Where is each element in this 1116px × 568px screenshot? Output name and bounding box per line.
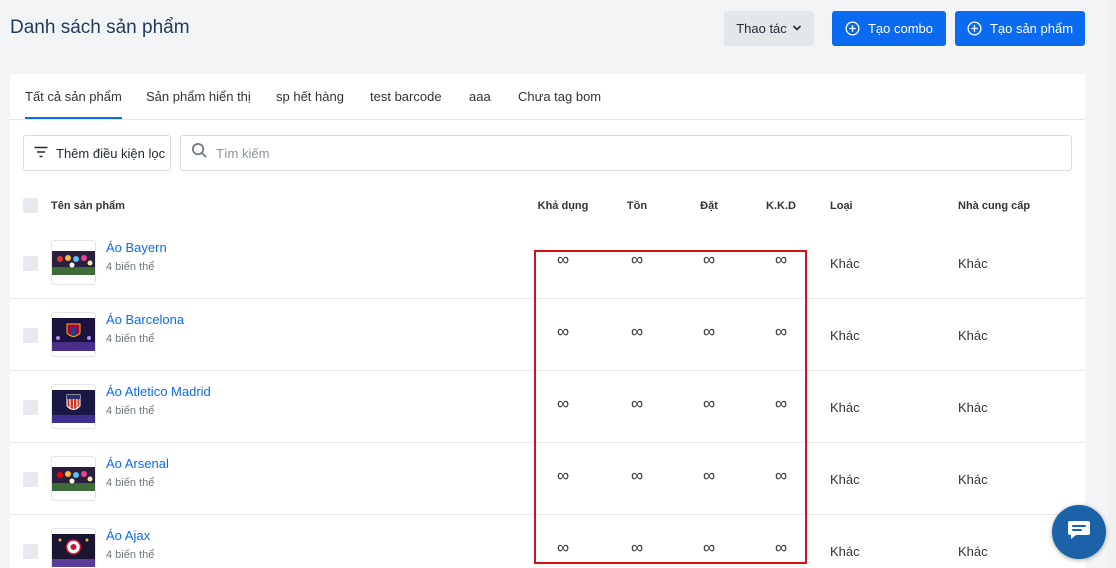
available-value: ∞ [556,538,570,557]
supplier-value: Khác [958,472,988,487]
product-variant-count: 4 biến thể [106,261,155,273]
supplier-value: Khác [958,544,988,559]
create-combo-label: Tạo combo [867,21,934,36]
product-name-link[interactable]: Áo Arsenal [106,456,169,471]
column-header-ordered[interactable]: Đặt [700,200,718,212]
product-variant-count: 4 biến thể [106,333,155,345]
table-header: Tên sản phẩm Khả dụng Tồn Đặt K.K.D Loại… [10,192,1085,220]
ordered-value: ∞ [702,538,716,557]
type-value: Khác [830,544,860,559]
arsenal-thumbnail[interactable] [51,456,96,501]
type-value: Khác [830,256,860,271]
tab-out-of-stock[interactable]: sp hết hàng [276,89,344,104]
column-header-available[interactable]: Khả dụng [538,200,589,212]
table-row[interactable]: Áo Ajax 4 biến thể ∞ ∞ ∞ ∞ Khác Khác [10,515,1085,568]
create-product-label: Tạo sản phẩm [989,21,1074,36]
available-value: ∞ [556,466,570,485]
product-variant-count: 4 biến thể [106,477,155,489]
stock-value: ∞ [630,322,644,341]
product-name-link[interactable]: Áo Atletico Madrid [106,384,211,399]
column-header-stock[interactable]: Tồn [627,200,647,212]
page-title: Danh sách sản phẩm [10,17,190,38]
row-checkbox[interactable] [23,328,38,343]
tab-bar: Tất cả sản phẩm Sản phẩm hiển thị sp hết… [10,74,1085,120]
product-list-card: Tất cả sản phẩm Sản phẩm hiển thị sp hết… [10,74,1085,568]
kkd-value: ∞ [774,466,788,485]
stock-value: ∞ [630,250,644,269]
filter-icon [34,146,48,161]
tab-untagged-bom[interactable]: Chưa tag bom [518,89,601,104]
barcelona-thumbnail[interactable] [51,312,96,357]
supplier-value: Khác [958,328,988,343]
chat-widget-button[interactable] [1052,505,1106,559]
create-product-button[interactable]: Tạo sản phẩm [955,11,1085,46]
type-value: Khác [830,328,860,343]
search-input[interactable] [216,145,1056,161]
plus-circle-icon [845,21,860,36]
column-header-type[interactable]: Loại [830,200,853,212]
supplier-value: Khác [958,400,988,415]
row-checkbox[interactable] [23,400,38,415]
product-name-link[interactable]: Áo Bayern [106,240,167,255]
product-variant-count: 4 biến thể [106,549,155,561]
chat-icon [1066,518,1092,547]
ordered-value: ∞ [702,250,716,269]
table-row[interactable]: Áo Atletico Madrid 4 biến thể ∞ ∞ ∞ ∞ Kh… [10,371,1085,443]
search-icon [191,142,208,164]
row-checkbox[interactable] [23,256,38,271]
product-variant-count: 4 biến thể [106,405,155,417]
type-value: Khác [830,400,860,415]
bayern-thumbnail[interactable] [51,240,96,285]
column-header-name[interactable]: Tên sản phẩm [51,200,125,212]
type-value: Khác [830,472,860,487]
add-filter-button[interactable]: Thêm điều kiện lọc [23,135,171,171]
chevron-down-icon [792,21,802,36]
table-row[interactable]: Áo Bayern 4 biến thể ∞ ∞ ∞ ∞ Khác Khác [10,227,1085,299]
ordered-value: ∞ [702,394,716,413]
select-all-checkbox[interactable] [23,198,38,213]
ordered-value: ∞ [702,322,716,341]
tab-aaa[interactable]: aaa [469,89,491,104]
ordered-value: ∞ [702,466,716,485]
row-checkbox[interactable] [23,544,38,559]
stock-value: ∞ [630,394,644,413]
tab-test-barcode[interactable]: test barcode [370,89,442,104]
add-filter-label: Thêm điều kiện lọc [56,145,166,161]
supplier-value: Khác [958,256,988,271]
atletico-thumbnail[interactable] [51,384,96,429]
create-combo-button[interactable]: Tạo combo [832,11,946,46]
available-value: ∞ [556,394,570,413]
plus-circle-icon [967,21,982,36]
table-row[interactable]: Áo Arsenal 4 biến thể ∞ ∞ ∞ ∞ Khác Khác [10,443,1085,515]
table-row[interactable]: Áo Barcelona 4 biến thể ∞ ∞ ∞ ∞ Khác Khá… [10,299,1085,371]
tab-visible-products[interactable]: Sản phẩm hiển thị [146,89,251,104]
available-value: ∞ [556,250,570,269]
product-name-link[interactable]: Áo Ajax [106,528,150,543]
row-checkbox[interactable] [23,472,38,487]
stock-value: ∞ [630,466,644,485]
ajax-thumbnail[interactable] [51,528,96,568]
column-header-supplier[interactable]: Nhà cung cấp [958,200,1030,212]
kkd-value: ∞ [774,394,788,413]
tab-all-products[interactable]: Tất cả sản phẩm [25,89,122,119]
product-rows: Áo Bayern 4 biến thể ∞ ∞ ∞ ∞ Khác Khác Á… [10,227,1085,568]
kkd-value: ∞ [774,250,788,269]
page-scrollbar[interactable] [1108,0,1116,568]
actions-label: Thao tác [736,21,787,36]
kkd-value: ∞ [774,322,788,341]
product-name-link[interactable]: Áo Barcelona [106,312,184,327]
column-header-kkd[interactable]: K.K.D [766,200,796,212]
stock-value: ∞ [630,538,644,557]
search-box [180,135,1072,171]
kkd-value: ∞ [774,538,788,557]
actions-dropdown-button[interactable]: Thao tác [724,11,814,46]
available-value: ∞ [556,322,570,341]
